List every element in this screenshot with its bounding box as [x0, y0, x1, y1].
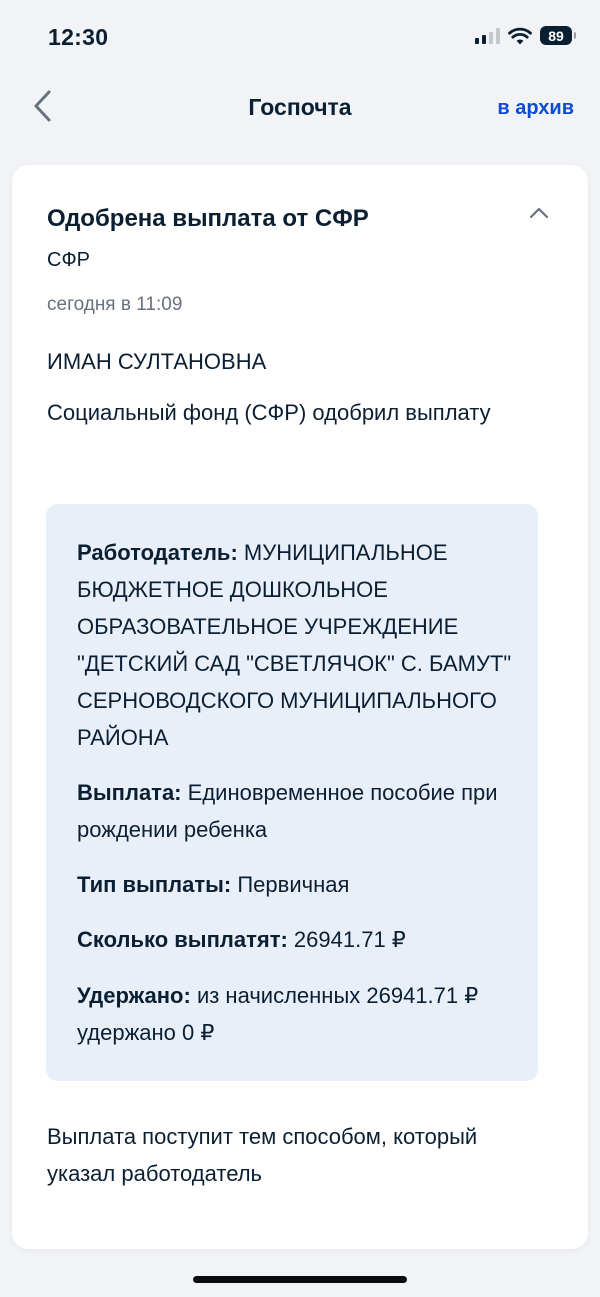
status-time: 12:30	[48, 24, 109, 50]
employer-detail: Работодатель: МУНИЦИПАЛЬНОЕ БЮДЖЕТНОЕ ДО…	[77, 534, 517, 756]
chevron-up-icon	[529, 207, 549, 219]
amount-value: 26941.71 ₽	[293, 927, 406, 952]
status-icons: 89	[475, 26, 576, 45]
amount-detail: Сколько выплатят: 26941.71 ₽	[77, 921, 517, 958]
message-recipient: ИМАН СУЛТАНОВНА	[47, 349, 267, 374]
payment-label: Выплата:	[77, 780, 182, 805]
wifi-icon	[508, 27, 532, 44]
payment-detail: Выплата: Единовременное пособие при рожд…	[77, 774, 517, 848]
message-summary: Социальный фонд (СФР) одобрил выплату	[47, 400, 491, 425]
payment-details: Работодатель: МУНИЦИПАЛЬНОЕ БЮДЖЕТНОЕ ДО…	[46, 504, 538, 1081]
collapse-button[interactable]	[528, 205, 550, 221]
payment-type-label: Тип выплаты:	[77, 872, 232, 897]
cellular-signal-icon	[475, 27, 500, 44]
message-card: Одобрена выплата от СФР СФР сегодня в 11…	[12, 165, 588, 1249]
message-footer: Выплата поступит тем способом, который у…	[47, 1124, 478, 1186]
home-indicator[interactable]	[193, 1276, 407, 1283]
amount-label: Сколько выплатят:	[77, 927, 288, 952]
message-title: Одобрена выплата от СФР	[47, 205, 369, 232]
payment-type-detail: Тип выплаты: Первичная	[77, 866, 517, 903]
withheld-label: Удержано:	[77, 983, 191, 1008]
status-bar: 12:30 89	[0, 0, 600, 70]
nav-bar: Госпочта в архив	[0, 70, 600, 144]
payment-type-value: Первичная	[237, 872, 350, 897]
battery-icon: 89	[540, 26, 576, 45]
battery-level: 89	[548, 27, 564, 44]
message-date: сегодня в 11:09	[47, 294, 183, 315]
archive-button[interactable]: в архив	[497, 97, 574, 120]
employer-value: МУНИЦИПАЛЬНОЕ БЮДЖЕТНОЕ ДОШКОЛЬНОЕ ОБРАЗ…	[77, 540, 512, 750]
withheld-detail: Удержано: из начисленных 26941.71 ₽ удер…	[77, 977, 517, 1051]
employer-label: Работодатель:	[77, 540, 238, 565]
message-sender: СФР	[47, 249, 90, 271]
